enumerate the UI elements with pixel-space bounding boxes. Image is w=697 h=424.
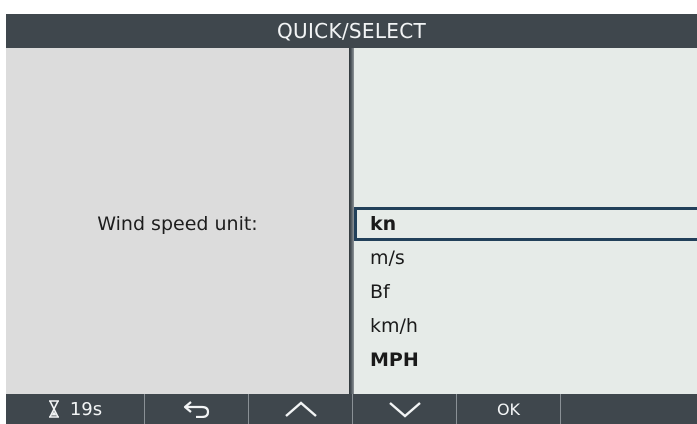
back-arrow-icon [182,400,212,418]
timer-value: 19s [69,398,103,420]
ok-button[interactable]: OK [457,394,561,424]
option-label: kn [370,213,397,235]
chevron-up-icon [284,400,318,418]
option-kn[interactable]: kn [354,207,697,241]
option-label: Bf [370,281,390,303]
option-bf[interactable]: Bf [354,275,697,309]
soft-key-bar: 19s OK [6,394,697,424]
ok-label: OK [496,399,521,419]
down-button[interactable] [353,394,457,424]
chevron-down-icon [388,400,422,418]
setting-label: Wind speed unit: [97,213,258,235]
empty-soft-key [561,394,697,424]
hourglass-icon [48,400,60,418]
option-label: MPH [370,349,419,371]
option-mph[interactable]: MPH [354,343,697,377]
option-label: m/s [370,247,405,269]
back-button[interactable] [145,394,249,424]
timeout-indicator: 19s [6,394,145,424]
option-label: km/h [370,315,418,337]
option-m-s[interactable]: m/s [354,241,697,275]
title-bar: QUICK/SELECT [6,14,697,48]
up-button[interactable] [249,394,353,424]
option-km-h[interactable]: km/h [354,309,697,343]
page-title: QUICK/SELECT [277,19,426,43]
